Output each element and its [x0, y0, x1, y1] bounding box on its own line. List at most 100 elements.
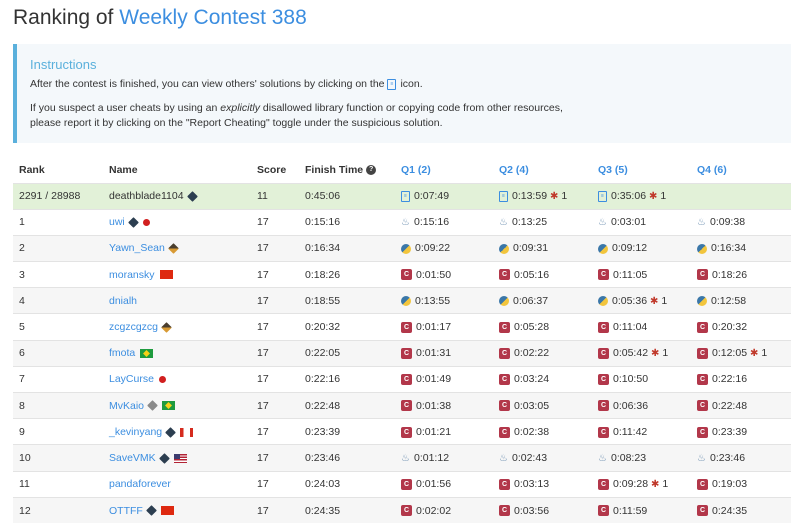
q1-cell[interactable]: C 0:01:31 [395, 339, 493, 367]
q4-cell[interactable]: C 0:23:39 [691, 418, 791, 445]
q2-cell[interactable]: C 0:03:56 [493, 496, 592, 523]
q4-cell[interactable]: C 0:12:05 ✱ 1 [691, 339, 791, 367]
q3-cell[interactable]: ♨ 0:08:23 [592, 444, 691, 472]
header-q4[interactable]: Q4 (6) [691, 157, 791, 183]
user-link[interactable]: SaveVMK [109, 452, 156, 464]
q2-cell[interactable]: C 0:02:22 [493, 339, 592, 367]
user-link[interactable]: fmota [109, 347, 135, 359]
user-link[interactable]: zcgzcgzcg [109, 321, 158, 333]
q3-cell[interactable]: C 0:11:59 [592, 496, 691, 523]
user-link[interactable]: dnialh [109, 295, 137, 307]
question-icon[interactable]: ? [366, 164, 377, 175]
q1-cell[interactable]: C 0:01:49 [395, 365, 493, 393]
q3-cell[interactable]: C 0:11:04 [592, 313, 691, 341]
q1-cell[interactable]: C 0:01:17 [395, 313, 493, 341]
q2-cell[interactable]: C 0:05:28 [493, 313, 592, 341]
cpp-icon: C [598, 269, 609, 281]
cpp-icon: C [401, 269, 412, 281]
q3-cell[interactable]: C 0:11:42 [592, 418, 691, 445]
q1-cell[interactable]: 0:09:22 [395, 234, 493, 262]
flag-icon [142, 219, 150, 226]
q1-cell[interactable]: C 0:02:02 [395, 496, 493, 523]
header-q1[interactable]: Q1 (2) [395, 157, 493, 183]
q1-cell[interactable]: ♨ 0:15:16 [395, 208, 493, 236]
q2-cell[interactable]: C 0:03:05 [493, 391, 592, 419]
user-link[interactable]: MvKaio [109, 400, 144, 412]
q4-cell[interactable]: C 0:22:48 [691, 391, 791, 419]
q3-cell[interactable]: 0:05:36 ✱ 1 [592, 287, 691, 314]
q2-cell[interactable]: ♨ 0:02:43 [493, 444, 592, 472]
q3-cell[interactable]: 0:09:12 [592, 234, 691, 262]
bug-icon: ✱ [649, 190, 658, 202]
user-link[interactable]: _kevinyang [109, 426, 162, 438]
rank-cell: 12 [13, 496, 103, 523]
q4-cell[interactable]: C 0:20:32 [691, 313, 791, 341]
q2-cell[interactable]: 0:06:37 [493, 287, 592, 314]
java-icon: ♨ [499, 217, 508, 228]
java-icon: ♨ [697, 452, 706, 464]
q3-cell[interactable]: C 0:05:42 ✱ 1 [592, 339, 691, 367]
badge-icon [165, 426, 177, 438]
cpp-icon: C [598, 374, 609, 386]
score-cell: 17 [251, 496, 299, 523]
header-finish-time: Finish Time? [299, 157, 395, 183]
q4-cell[interactable]: C 0:22:16 [691, 365, 791, 393]
q1-cell[interactable]: C 0:01:38 [395, 391, 493, 419]
q4-cell[interactable]: C 0:18:26 [691, 261, 791, 288]
q1-cell[interactable]: ≡ 0:07:49 [395, 182, 493, 210]
cpp-icon: C [401, 374, 412, 386]
finish-cell: 0:15:16 [299, 208, 395, 236]
user-cell: dnialh [103, 287, 251, 314]
user-cell: moransky [103, 261, 251, 288]
q2-cell[interactable]: C 0:03:24 [493, 365, 592, 393]
rank-cell: 1 [13, 208, 103, 236]
finish-cell: 0:22:16 [299, 365, 395, 393]
q1-cell[interactable]: 0:13:55 [395, 287, 493, 314]
q4-cell[interactable]: ♨ 0:09:38 [691, 208, 791, 236]
q4-cell[interactable]: C 0:19:03 [691, 470, 791, 498]
q4-cell[interactable]: C 0:24:35 [691, 496, 791, 523]
finish-cell: 0:45:06 [299, 182, 395, 210]
q2-cell[interactable]: ≡ 0:13:59 ✱ 1 [493, 182, 592, 210]
q2-cell[interactable]: C 0:02:38 [493, 418, 592, 445]
user-cell: MvKaio [103, 391, 251, 419]
user-cell: Yawn_Sean [103, 234, 251, 262]
user-cell: OTTFF [103, 496, 251, 523]
badge-icon [186, 190, 198, 202]
flag-icon [158, 376, 166, 384]
q4-cell[interactable]: 0:12:58 [691, 287, 791, 314]
q2-cell[interactable]: C 0:05:16 [493, 261, 592, 288]
user-link[interactable]: OTTFF [109, 505, 143, 517]
q2-cell[interactable]: ♨ 0:13:25 [493, 208, 592, 236]
contest-link[interactable]: Weekly Contest 388 [119, 6, 307, 29]
q1-cell[interactable]: ♨ 0:01:12 [395, 444, 493, 472]
q1-cell[interactable]: C 0:01:21 [395, 418, 493, 445]
q3-cell[interactable]: C 0:06:36 [592, 391, 691, 419]
user-link[interactable]: pandaforever [109, 478, 171, 490]
q3-cell[interactable]: ≡ 0:35:06 ✱ 1 [592, 182, 691, 210]
user-link[interactable]: uwi [109, 216, 125, 228]
cpp-icon: C [697, 400, 708, 412]
q2-cell[interactable]: 0:09:31 [493, 234, 592, 262]
header-q2[interactable]: Q2 (4) [493, 157, 592, 183]
rank-cell: 3 [13, 261, 103, 288]
q2-cell[interactable]: C 0:03:13 [493, 470, 592, 498]
q4-cell[interactable]: ♨ 0:23:46 [691, 444, 791, 472]
q4-cell[interactable]: 0:16:34 [691, 234, 791, 262]
user-link[interactable]: Yawn_Sean [109, 242, 165, 254]
cpp-icon: C [697, 321, 708, 333]
finish-cell: 0:23:39 [299, 418, 395, 445]
q1-cell[interactable]: C 0:01:56 [395, 470, 493, 498]
user-link[interactable]: LayCurse [109, 373, 154, 385]
user-link[interactable]: moransky [109, 269, 155, 281]
q3-cell[interactable]: C 0:10:50 [592, 365, 691, 393]
q3-cell[interactable]: C 0:09:28 ✱ 1 [592, 470, 691, 498]
q3-cell[interactable]: C 0:11:05 [592, 261, 691, 288]
q1-cell[interactable]: C 0:01:50 [395, 261, 493, 288]
python-icon [499, 296, 509, 307]
java-icon: ♨ [598, 217, 607, 228]
q3-cell[interactable]: ♨ 0:03:01 [592, 208, 691, 236]
java-icon: ♨ [697, 217, 706, 228]
header-q3[interactable]: Q3 (5) [592, 157, 691, 183]
instructions-text-1: After the contest is finished, you can v… [30, 78, 423, 90]
